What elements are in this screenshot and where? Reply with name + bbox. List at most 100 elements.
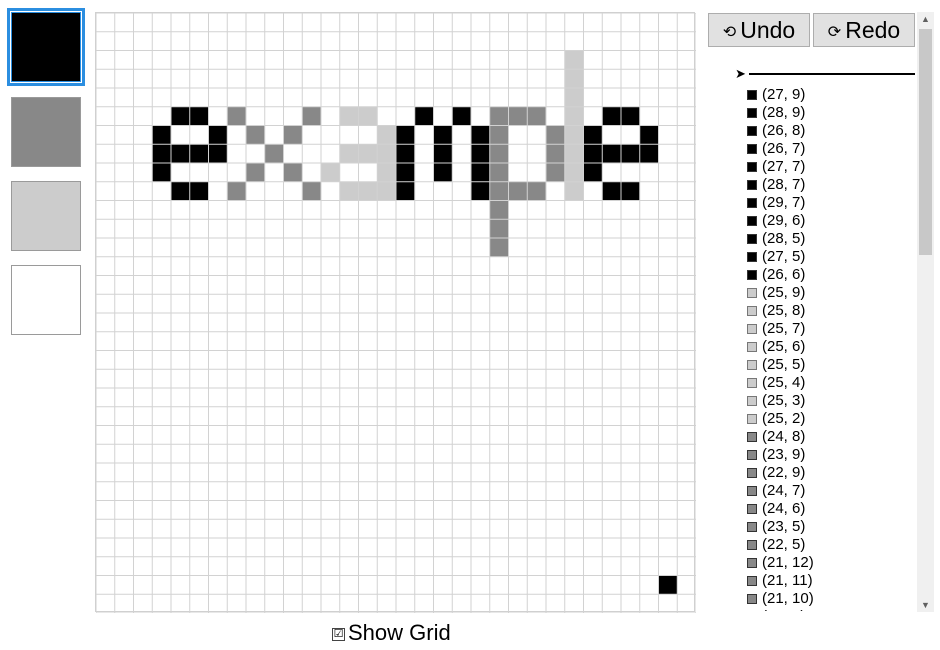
scroll-down-icon[interactable]: ▼ xyxy=(917,598,934,612)
history-item-color-swatch xyxy=(747,396,757,406)
redo-label: Redo xyxy=(845,16,901,43)
pixel xyxy=(489,181,509,201)
pixel xyxy=(189,181,209,201)
history-item-color-swatch xyxy=(747,468,757,478)
history-item-label: (23, 9) xyxy=(762,446,806,463)
pixel xyxy=(471,125,490,145)
history-item-color-swatch xyxy=(747,252,757,262)
current-position-line xyxy=(749,73,915,75)
history-item[interactable]: (28, 5) xyxy=(747,230,912,248)
history-item[interactable]: (28, 9) xyxy=(747,104,912,122)
pixel xyxy=(302,106,321,126)
scroll-up-icon[interactable]: ▲ xyxy=(917,12,934,26)
history-item[interactable]: (25, 5) xyxy=(747,356,912,374)
redo-icon: ⟳ xyxy=(827,24,842,41)
history-current-position[interactable]: ➤ xyxy=(735,66,917,82)
history-item[interactable]: (25, 7) xyxy=(747,320,912,338)
history-item-color-swatch xyxy=(747,576,757,586)
history-item[interactable]: (26, 7) xyxy=(747,140,912,158)
history-item[interactable]: (29, 7) xyxy=(747,194,912,212)
history-item[interactable]: (25, 2) xyxy=(747,410,912,428)
show-grid-checkbox[interactable]: ☑ xyxy=(332,627,345,641)
pixel-canvas[interactable] xyxy=(96,13,696,613)
history-item-label: (25, 5) xyxy=(762,356,806,373)
history-item[interactable]: (21, 12) xyxy=(747,554,912,572)
history-item-color-swatch xyxy=(747,594,757,604)
pixel xyxy=(489,125,509,145)
history-item[interactable]: (21, 10) xyxy=(747,590,912,608)
history-item[interactable]: (25, 4) xyxy=(747,374,912,392)
palette-swatch-2[interactable] xyxy=(11,97,81,167)
pixel xyxy=(546,125,565,145)
pixel xyxy=(508,181,528,201)
redo-button[interactable]: ⟳ Redo xyxy=(813,13,915,47)
history-item[interactable]: (25, 8) xyxy=(747,302,912,320)
history-list: (27, 9) (28, 9) (26, 8) (26, 7) (27, 7) (28, … xyxy=(747,86,912,611)
palette-swatch-1[interactable] xyxy=(7,8,85,86)
history-item-color-swatch xyxy=(747,504,757,514)
pixel xyxy=(433,163,453,182)
history-item-color-swatch xyxy=(747,342,757,352)
pixel xyxy=(471,144,490,163)
history-item[interactable]: (24, 7) xyxy=(747,482,912,500)
undo-button[interactable]: ⟲ Undo xyxy=(708,13,810,47)
history-item[interactable]: (27, 9) xyxy=(747,86,912,104)
pixel xyxy=(621,106,640,126)
pixel xyxy=(227,106,246,126)
history-item-label: (22, 9) xyxy=(762,464,806,481)
pixel xyxy=(227,181,246,201)
history-item-color-swatch xyxy=(747,450,757,460)
pixel xyxy=(471,181,490,201)
pixel xyxy=(339,106,359,126)
pixel xyxy=(489,144,509,163)
history-item-color-swatch xyxy=(747,378,757,388)
pixel xyxy=(433,125,453,145)
history-item[interactable]: (22, 5) xyxy=(747,536,912,554)
history-item[interactable]: (25, 6) xyxy=(747,338,912,356)
pixel-canvas-frame xyxy=(95,12,696,613)
history-item[interactable]: (29, 6) xyxy=(747,212,912,230)
history-item[interactable]: (21, 11) xyxy=(747,572,912,590)
history-item-color-swatch xyxy=(747,180,757,190)
history-item[interactable]: (28, 7) xyxy=(747,176,912,194)
history-item-label: (21, 11) xyxy=(762,572,813,589)
scrollbar-thumb[interactable] xyxy=(919,29,932,255)
history-item-label: (22, 5) xyxy=(762,536,806,553)
pixel xyxy=(152,163,171,182)
history-item[interactable]: (25, 9) xyxy=(747,284,912,302)
pixel xyxy=(377,144,396,163)
history-item[interactable]: (25, 3) xyxy=(747,392,912,410)
pixel xyxy=(621,181,640,201)
pixel xyxy=(171,144,190,163)
pixel xyxy=(564,163,584,182)
history-scrollbar[interactable]: ▲ ▼ xyxy=(917,12,934,612)
history-item[interactable]: (21, 9) xyxy=(747,608,912,611)
palette-swatch-4[interactable] xyxy=(11,265,81,335)
history-item-color-swatch xyxy=(747,288,757,298)
history-item-color-swatch xyxy=(747,270,757,280)
history-item[interactable]: (24, 6) xyxy=(747,500,912,518)
history-item[interactable]: (27, 7) xyxy=(747,158,912,176)
history-item-label: (21, 10) xyxy=(762,590,814,607)
pixel xyxy=(283,125,303,145)
history-item-color-swatch xyxy=(747,144,757,154)
palette-swatch-3[interactable] xyxy=(11,181,81,251)
pixel xyxy=(602,106,621,126)
history-item[interactable]: (26, 6) xyxy=(747,266,912,284)
history-item-color-swatch xyxy=(747,540,757,550)
history-item[interactable]: (22, 9) xyxy=(747,464,912,482)
pixel xyxy=(489,163,509,182)
history-item-label: (21, 12) xyxy=(762,554,814,571)
show-grid-toggle[interactable]: ☑ Show Grid xyxy=(332,620,451,646)
history-item-label: (26, 6) xyxy=(762,266,806,283)
history-item-label: (25, 6) xyxy=(762,338,806,355)
pixel xyxy=(639,125,659,145)
history-item[interactable]: (26, 8) xyxy=(747,122,912,140)
history-item-label: (29, 6) xyxy=(762,212,806,229)
history-item-label: (24, 8) xyxy=(762,428,806,445)
history-item[interactable]: (27, 5) xyxy=(747,248,912,266)
history-item[interactable]: (23, 9) xyxy=(747,446,912,464)
history-item-color-swatch xyxy=(747,360,757,370)
history-item[interactable]: (24, 8) xyxy=(747,428,912,446)
history-item[interactable]: (23, 5) xyxy=(747,518,912,536)
